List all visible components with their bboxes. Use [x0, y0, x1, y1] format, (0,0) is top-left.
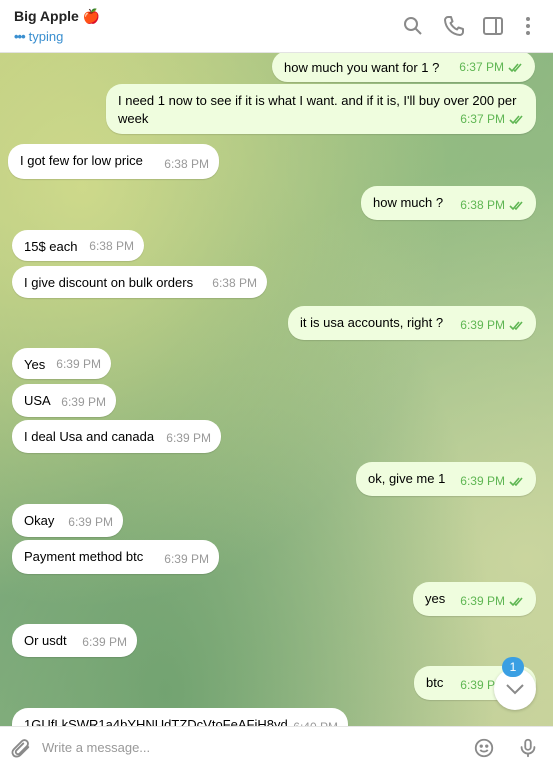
message-text: 15$ each: [24, 239, 78, 254]
incoming-message[interactable]: I deal Usa and canada 6:39 PM: [12, 420, 221, 453]
emoji-icon[interactable]: [473, 737, 495, 759]
incoming-message[interactable]: 1GUfLkSWR1a4bYHNUdTZDcVtoFeAFiH8yd 6:40 P…: [12, 708, 348, 726]
double-check-icon: [509, 200, 526, 211]
incoming-message[interactable]: Payment method btc 6:39 PM: [12, 540, 219, 574]
message-meta: 6:39 PM: [68, 513, 113, 531]
message-meta: 6:40 PM: [293, 718, 338, 726]
message-meta: 6:38 PM: [89, 237, 134, 255]
message-time: 6:39 PM: [56, 357, 101, 371]
message-text: I need 1 now to see if it is what I want…: [118, 93, 517, 126]
incoming-message[interactable]: Or usdt 6:39 PM: [12, 624, 137, 657]
double-check-icon: [509, 320, 526, 331]
outgoing-message[interactable]: how much you want for 1 ? 6:37 PM: [272, 53, 535, 82]
message-time: 6:39 PM: [460, 318, 505, 332]
message-text: Or usdt: [24, 633, 67, 648]
message-meta: 6:39 PM: [61, 393, 106, 411]
outgoing-message[interactable]: ok, give me 1 6:39 PM: [356, 462, 536, 496]
message-time: 6:39 PM: [460, 594, 505, 608]
incoming-message[interactable]: Yes 6:39 PM: [12, 348, 111, 379]
message-time: 6:38 PM: [460, 198, 505, 212]
chat-status: ••• typing: [14, 29, 63, 44]
more-vertical-icon[interactable]: [516, 14, 540, 38]
message-time: 6:37 PM: [460, 112, 505, 126]
message-time: 6:39 PM: [82, 635, 127, 649]
message-meta: 6:39 PM: [56, 355, 101, 373]
message-text: ok, give me 1: [368, 471, 446, 486]
message-text: I give discount on bulk orders: [24, 275, 194, 290]
message-meta: 6:38 PM: [164, 155, 209, 173]
message-text: it is usa accounts, right ?: [300, 315, 444, 330]
chat-header: Big Apple 🍎 ••• typing: [0, 0, 553, 53]
double-check-icon: [509, 596, 526, 607]
incoming-message[interactable]: I got few for low price 6:38 PM: [8, 144, 219, 179]
incoming-message[interactable]: I give discount on bulk orders 6:38 PM: [12, 266, 267, 298]
message-text: I got few for low price: [20, 153, 143, 168]
message-text: Okay: [24, 513, 55, 528]
message-text: I deal Usa and canada: [24, 429, 155, 444]
outgoing-message[interactable]: I need 1 now to see if it is what I want…: [106, 84, 536, 134]
incoming-message[interactable]: 15$ each 6:38 PM: [12, 230, 144, 261]
message-text: USA: [24, 393, 51, 408]
message-meta: 6:39 PM: [460, 472, 526, 490]
message-time: 6:38 PM: [89, 239, 134, 253]
message-text: Yes: [24, 357, 46, 372]
message-list[interactable]: how much you want for 1 ? 6:37 PM I need 1…: [0, 53, 553, 726]
microphone-icon[interactable]: [517, 737, 539, 759]
message-meta: 6:39 PM: [164, 550, 209, 568]
message-time: 6:37 PM: [459, 60, 504, 74]
message-meta: 6:37 PM: [459, 58, 525, 76]
double-check-icon: [509, 114, 526, 125]
message-time: 6:39 PM: [68, 515, 113, 529]
message-time: 6:39 PM: [460, 474, 505, 488]
incoming-message[interactable]: USA 6:39 PM: [12, 384, 116, 417]
search-icon[interactable]: [401, 14, 425, 38]
outgoing-message[interactable]: yes 6:39 PM: [413, 582, 536, 616]
message-text: Payment method btc: [24, 549, 144, 564]
message-text: how much you want for 1 ?: [284, 60, 440, 75]
typing-dots-icon: •••: [14, 29, 26, 44]
message-composer: [0, 726, 553, 764]
paperclip-icon[interactable]: [10, 737, 32, 759]
message-text: yes: [425, 591, 446, 606]
chat-title[interactable]: Big Apple 🍎: [14, 8, 100, 25]
message-time: 6:38 PM: [212, 276, 257, 290]
double-check-icon: [509, 476, 526, 487]
message-meta: 6:38 PM: [460, 196, 526, 214]
message-meta: 6:39 PM: [460, 316, 526, 334]
message-input[interactable]: [40, 731, 464, 763]
sidebar-toggle-icon[interactable]: [481, 14, 505, 38]
message-meta: 6:37 PM: [460, 110, 526, 128]
typing-status-text: typing: [28, 29, 64, 44]
outgoing-message[interactable]: it is usa accounts, right ? 6:39 PM: [288, 306, 536, 340]
message-time: 6:39 PM: [164, 552, 209, 566]
message-text: 1GUfLkSWR1a4bYHNUdTZDcVtoFeAFiH8yd: [24, 717, 288, 726]
message-meta: 6:39 PM: [82, 633, 127, 651]
message-text: how much ?: [373, 195, 444, 210]
message-meta: 6:38 PM: [212, 274, 257, 292]
message-meta: 6:39 PM: [460, 592, 526, 610]
unread-count-badge: 1: [502, 657, 524, 677]
message-time: 6:39 PM: [61, 395, 106, 409]
message-time: 6:38 PM: [164, 157, 209, 171]
message-time: 6:39 PM: [166, 431, 211, 445]
outgoing-message[interactable]: how much ? 6:38 PM: [361, 186, 536, 220]
message-meta: 6:39 PM: [166, 429, 211, 447]
chevron-down-icon: [506, 684, 524, 695]
phone-icon[interactable]: [442, 14, 466, 38]
double-check-icon: [508, 62, 525, 73]
incoming-message[interactable]: Okay 6:39 PM: [12, 504, 123, 537]
message-text: btc: [426, 675, 444, 690]
